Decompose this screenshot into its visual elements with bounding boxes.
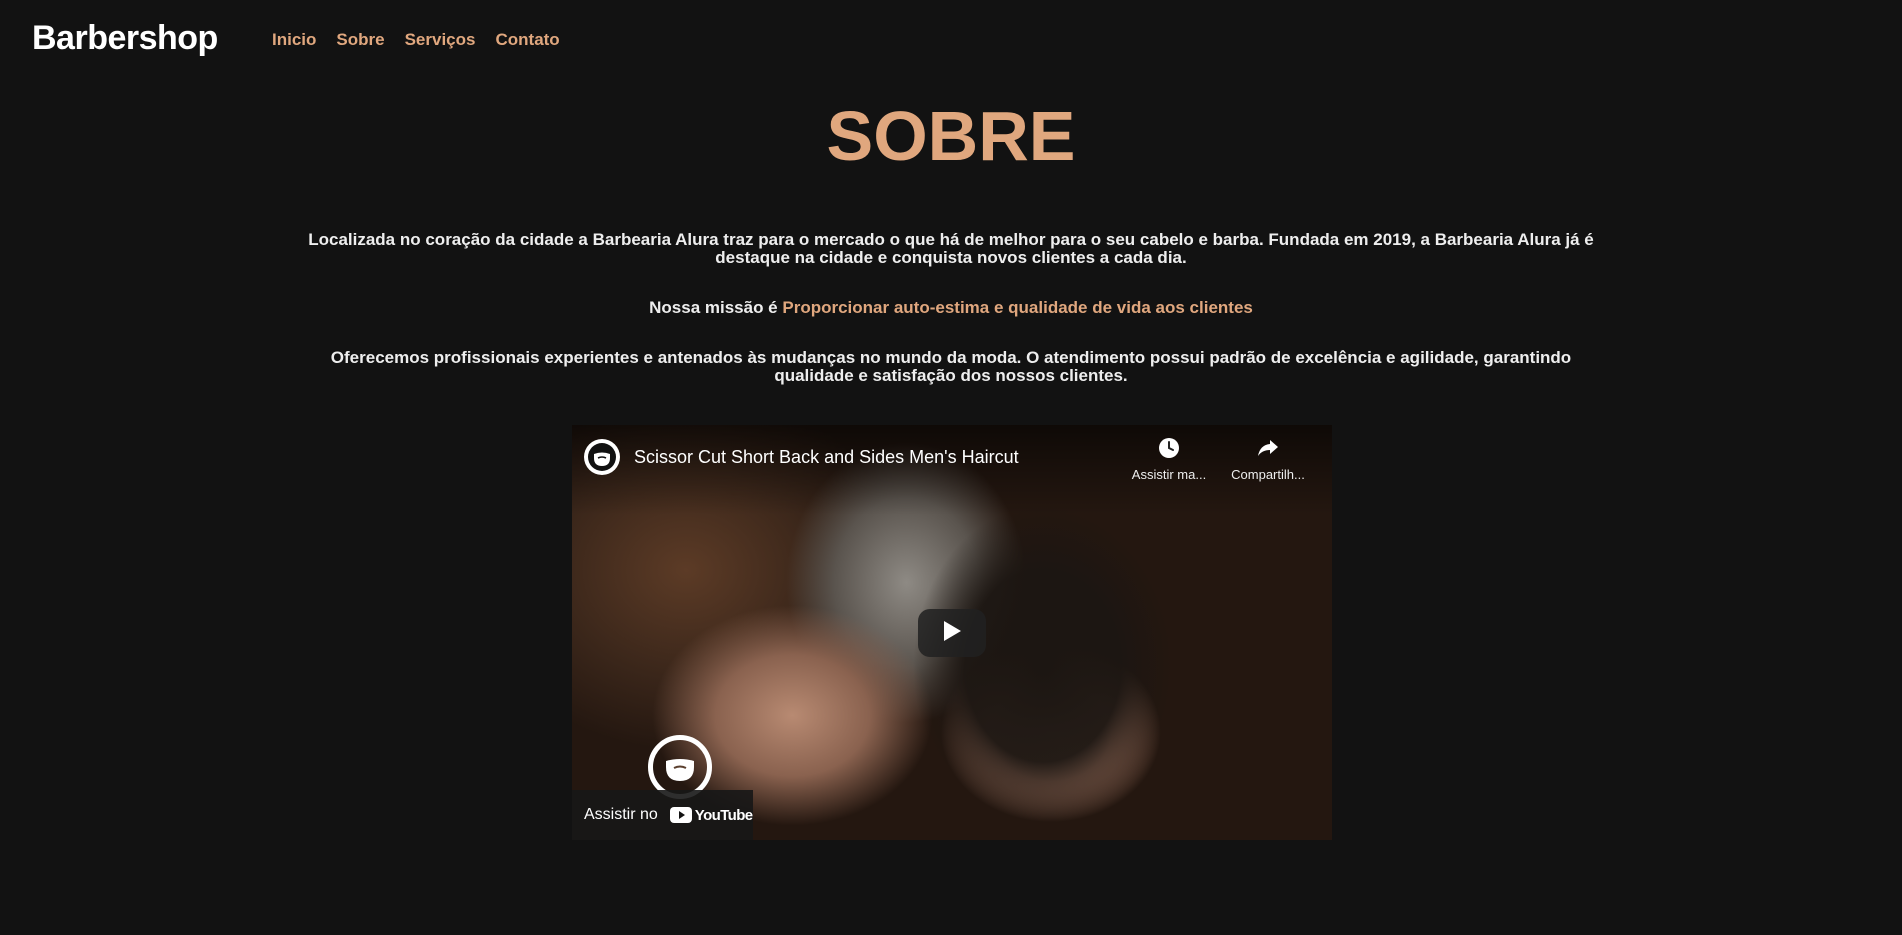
youtube-wordmark: YouTube (694, 806, 753, 824)
clock-icon (1124, 437, 1214, 464)
play-icon (942, 620, 962, 647)
nav-link-inicio[interactable]: Inicio (272, 29, 316, 51)
nav-link-sobre[interactable]: Sobre (336, 29, 384, 51)
about-mission: Nossa missão é Proporcionar auto-estima … (290, 298, 1612, 318)
youtube-logo-icon: YouTube (669, 806, 753, 824)
site-logo[interactable]: Barbershop (32, 18, 218, 58)
video-top-gradient (572, 425, 1332, 515)
play-button[interactable] (918, 609, 986, 657)
watch-later-button[interactable]: Assistir ma... (1124, 437, 1214, 484)
about-title: SOBRE (826, 97, 1076, 175)
about-paragraph-intro: Localizada no coração da cidade a Barbea… (308, 230, 1594, 267)
share-button[interactable]: Compartilh... (1223, 437, 1313, 484)
nav-link-servicos[interactable]: Serviços (405, 29, 476, 51)
site-header: Barbershop Inicio Sobre Serviços Contato (0, 0, 1902, 80)
watch-later-label: Assistir ma... (1131, 467, 1207, 482)
share-arrow-icon (1223, 437, 1313, 464)
share-label: Compartilh... (1231, 467, 1305, 482)
watch-on-label: Assistir no (584, 806, 658, 823)
main-nav: Inicio Sobre Serviços Contato (272, 29, 560, 51)
video-title[interactable]: Scissor Cut Short Back and Sides Men's H… (634, 446, 1019, 468)
mission-prefix: Nossa missão é (649, 298, 783, 317)
watch-on-youtube-button[interactable]: Assistir no YouTube (572, 790, 753, 840)
nav-link-contato[interactable]: Contato (495, 29, 559, 51)
beard-logo-icon[interactable] (584, 439, 620, 475)
about-paragraph-services: Oferecemos profissionais experientes e a… (330, 348, 1572, 385)
mission-highlight: Proporcionar auto-estima e qualidade de … (782, 298, 1253, 317)
youtube-video-embed[interactable]: Scissor Cut Short Back and Sides Men's H… (572, 425, 1332, 840)
